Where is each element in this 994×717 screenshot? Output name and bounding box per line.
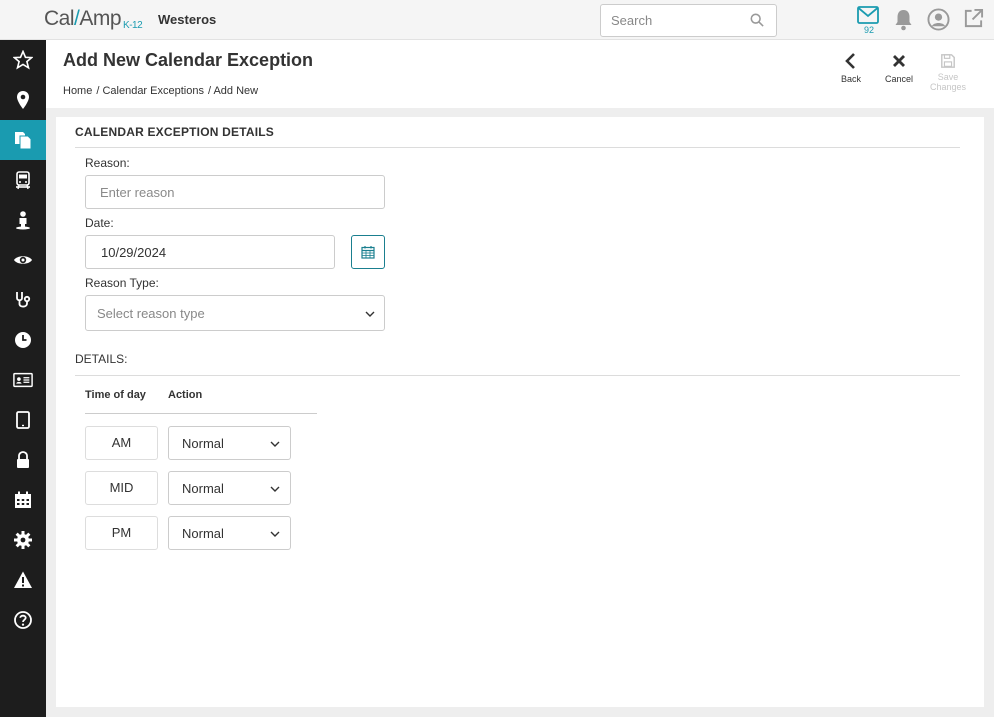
table-header-divider: [85, 413, 317, 414]
warning-icon: [14, 571, 32, 588]
sidebar-item-id-cards[interactable]: [0, 360, 46, 400]
reason-type-placeholder: Select reason type: [97, 306, 205, 321]
details-label: DETAILS:: [75, 352, 128, 366]
sidebar-item-help[interactable]: [0, 600, 46, 640]
gear-icon: [14, 531, 32, 549]
district-name: Westeros: [158, 12, 217, 27]
reason-input[interactable]: [86, 176, 384, 208]
date-picker-button[interactable]: [351, 235, 385, 269]
breadcrumb-home[interactable]: Home: [63, 85, 92, 97]
chevron-down-icon: [270, 531, 280, 537]
action-select-am[interactable]: Normal: [168, 426, 291, 460]
calendar-icon: [15, 491, 31, 508]
sidebar-item-favorites[interactable]: [0, 40, 46, 80]
tablet-icon: [16, 411, 30, 429]
breadcrumb-calendar-exceptions[interactable]: / Calendar Exceptions: [96, 85, 204, 97]
time-of-day-mid: MID: [85, 471, 158, 505]
action-select-pm[interactable]: Normal: [168, 516, 291, 550]
search-icon[interactable]: [750, 13, 764, 27]
bell-icon[interactable]: [893, 9, 914, 31]
person-icon: [16, 211, 30, 230]
save-icon: [941, 54, 955, 68]
time-of-day-header: Time of day: [85, 389, 146, 401]
date-field[interactable]: 10/29/2024: [85, 235, 335, 269]
time-of-day-pm: PM: [85, 516, 158, 550]
chevron-down-icon: [270, 486, 280, 492]
sidebar-item-monitor[interactable]: [0, 240, 46, 280]
sidebar-item-devices[interactable]: [0, 400, 46, 440]
sidebar-item-health[interactable]: [0, 280, 46, 320]
calendar-icon: [361, 246, 375, 259]
external-link-icon[interactable]: [963, 8, 984, 29]
chevron-down-icon: [365, 311, 375, 317]
id-card-icon: [13, 372, 33, 388]
search-box[interactable]: [600, 4, 777, 37]
help-icon: [14, 611, 32, 629]
top-bar: Cal/AmpK-12 Westeros 92: [0, 0, 994, 40]
save-changes-button[interactable]: Save Changes: [923, 53, 973, 92]
divider: [75, 147, 960, 148]
reason-type-label: Reason Type:: [85, 276, 159, 290]
page-title: Add New Calendar Exception: [63, 50, 314, 70]
date-value: 10/29/2024: [101, 245, 167, 260]
sidebar: [0, 40, 46, 717]
sidebar-item-settings[interactable]: [0, 520, 46, 560]
reason-field[interactable]: [85, 175, 385, 209]
page-header: Add New Calendar Exception Home / Calenda…: [46, 40, 994, 108]
chevron-left-icon: [845, 53, 855, 69]
sidebar-item-students[interactable]: [0, 200, 46, 240]
section-title: CALENDAR EXCEPTION DETAILS: [75, 125, 274, 139]
eye-icon: [14, 256, 32, 264]
back-button[interactable]: Back: [826, 52, 876, 84]
action-header: Action: [168, 389, 203, 401]
clock-icon: [15, 332, 31, 348]
documents-icon: [15, 132, 32, 150]
mail-icon[interactable]: [857, 6, 879, 24]
close-icon: [893, 55, 905, 67]
time-of-day-am: AM: [85, 426, 158, 460]
stethoscope-icon: [16, 292, 31, 308]
search-input[interactable]: [611, 5, 751, 36]
calendar-exception-form: CALENDAR EXCEPTION DETAILS Reason: Date:…: [56, 117, 984, 707]
breadcrumb: Home / Calendar Exceptions / Add New: [63, 85, 262, 97]
reason-label: Reason:: [85, 156, 130, 170]
divider: [75, 375, 960, 376]
chevron-down-icon: [270, 441, 280, 447]
sidebar-item-alerts[interactable]: [0, 560, 46, 600]
sidebar-item-transportation[interactable]: [0, 160, 46, 200]
reason-type-select[interactable]: Select reason type: [85, 295, 385, 331]
action-select-mid[interactable]: Normal: [168, 471, 291, 505]
cancel-button[interactable]: Cancel: [874, 52, 924, 84]
mail-count-badge: 92: [863, 25, 874, 35]
user-icon[interactable]: [927, 8, 950, 31]
sidebar-item-history[interactable]: [0, 320, 46, 360]
sidebar-item-documents[interactable]: [0, 120, 46, 160]
sidebar-item-locations[interactable]: [0, 80, 46, 120]
lock-icon: [17, 451, 29, 468]
bus-icon: [16, 171, 30, 190]
sidebar-item-security[interactable]: [0, 440, 46, 480]
calamp-logo[interactable]: Cal/Amp K-12: [44, 7, 143, 31]
star-icon: [13, 50, 33, 70]
date-label: Date:: [85, 216, 114, 230]
map-pin-icon: [17, 91, 29, 109]
breadcrumb-current: / Add New: [207, 85, 259, 97]
sidebar-item-calendar[interactable]: [0, 480, 46, 520]
